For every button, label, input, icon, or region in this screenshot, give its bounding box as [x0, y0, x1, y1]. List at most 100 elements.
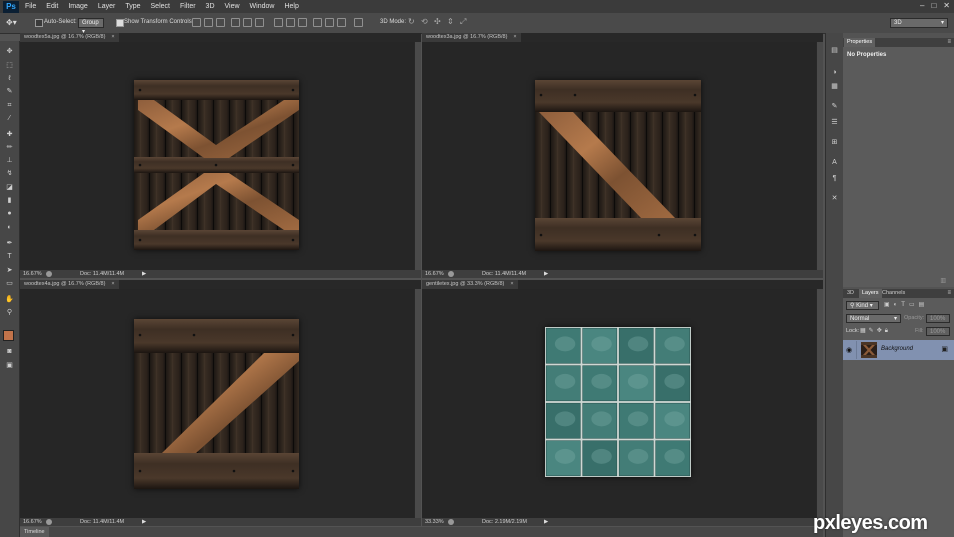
distribute-bottom-icon[interactable] [298, 18, 307, 27]
menu-image[interactable]: Image [68, 3, 87, 10]
dodge-tool-icon[interactable]: ◐ [5, 224, 14, 232]
align-left-icon[interactable] [231, 18, 240, 27]
eyedropper-tool-icon[interactable]: ⁄ [5, 115, 14, 123]
eraser-tool-icon[interactable]: ◪ [5, 184, 14, 192]
menu-file[interactable]: File [25, 3, 36, 10]
zoom-level[interactable]: 16.67% [23, 518, 42, 526]
maximize-button[interactable]: □ [931, 1, 936, 10]
distribute-left-icon[interactable] [313, 18, 322, 27]
status-arrow-icon[interactable]: ▶ [544, 270, 548, 278]
screen-mode-icon[interactable]: ▣ [5, 362, 14, 370]
clone-stamp-tool-icon[interactable]: ⊥ [5, 157, 14, 165]
3d-rotate-icon[interactable]: ↻ [408, 17, 415, 26]
distribute-right-icon[interactable] [337, 18, 346, 27]
pen-tool-icon[interactable]: ✒ [5, 240, 14, 248]
distribute-vcenter-icon[interactable] [286, 18, 295, 27]
layer-filter-dropdown[interactable]: ⚲ Kind ▾ [846, 301, 879, 310]
vertical-scrollbar[interactable] [817, 42, 823, 270]
adjustments-icon[interactable]: ◑ [830, 69, 839, 77]
align-hcenter-icon[interactable] [243, 18, 252, 27]
auto-align-icon[interactable] [354, 18, 363, 27]
brush-presets-icon[interactable]: ✎ [830, 103, 839, 111]
panel-menu-icon[interactable]: ≡ [947, 38, 951, 47]
document-tab[interactable]: woodtex4a.jpg @ 16.7% (RGB/8) × [20, 280, 119, 289]
3d-slide-icon[interactable]: ⇕ [447, 17, 454, 26]
close-icon[interactable]: × [111, 281, 114, 287]
align-vcenter-icon[interactable] [204, 18, 213, 27]
close-icon[interactable]: × [513, 34, 516, 40]
close-window-button[interactable]: ✕ [943, 1, 950, 10]
layer-name[interactable]: Background [881, 346, 913, 352]
brush-tool-icon[interactable]: ✏ [5, 144, 14, 152]
document-canvas[interactable] [422, 42, 816, 270]
rectangle-tool-icon[interactable]: ▭ [5, 280, 14, 288]
tool-presets-icon[interactable]: ✕ [830, 195, 839, 203]
align-top-icon[interactable] [192, 18, 201, 27]
status-menu-icon[interactable] [46, 271, 52, 277]
menu-edit[interactable]: Edit [46, 3, 58, 10]
lock-icons[interactable]: ▦✎✥🔒︎ [860, 327, 891, 335]
lasso-tool-icon[interactable]: ℓ [5, 75, 14, 83]
document-tab[interactable]: woodtex5a.jpg @ 16.7% (RGB/8) × [20, 33, 119, 42]
3d-roll-icon[interactable]: ⟲ [421, 17, 428, 26]
move-tool-icon[interactable]: ✥ [5, 48, 14, 56]
document-canvas[interactable] [20, 289, 414, 518]
quick-select-tool-icon[interactable]: ✎ [5, 88, 14, 96]
3d-scale-icon[interactable]: ⤢ [460, 17, 466, 27]
layer-filter-icons[interactable]: ▣◐T▭▤ [884, 301, 928, 308]
brush-panel-icon[interactable]: ☰ [830, 119, 839, 127]
menu-select[interactable]: Select [151, 3, 170, 10]
history-brush-tool-icon[interactable]: ↯ [5, 170, 14, 178]
3d-drag-icon[interactable]: ✣ [434, 17, 441, 26]
vertical-scrollbar[interactable] [415, 289, 421, 518]
distribute-hcenter-icon[interactable] [325, 18, 334, 27]
auto-select-checkbox[interactable] [35, 19, 43, 27]
panel-menu-icon[interactable]: ≡ [947, 289, 951, 298]
tab-properties[interactable]: Properties [844, 38, 876, 47]
document-canvas[interactable] [20, 42, 414, 270]
trash-icon[interactable]: ▥ [940, 277, 946, 284]
status-menu-icon[interactable] [46, 519, 52, 525]
fill-field[interactable]: 100% [926, 327, 950, 336]
zoom-tool-icon[interactable]: ⚲ [5, 309, 14, 317]
auto-select-dropdown[interactable]: Group ▾ [78, 18, 104, 35]
status-arrow-icon[interactable]: ▶ [544, 518, 548, 526]
zoom-level[interactable]: 33.33% [425, 518, 444, 526]
align-right-icon[interactable] [255, 18, 264, 27]
document-tab[interactable]: gentiletex.jpg @ 33.3% (RGB/8) × [422, 280, 518, 289]
marquee-tool-icon[interactable]: ⬚ [5, 62, 14, 70]
zoom-level[interactable]: 16.67% [23, 270, 42, 278]
distribute-top-icon[interactable] [274, 18, 283, 27]
clone-source-icon[interactable]: ⊞ [830, 139, 839, 147]
hand-tool-icon[interactable]: ✋ [5, 296, 14, 304]
quick-mask-icon[interactable]: ◙ [5, 348, 14, 356]
menu-3d[interactable]: 3D [206, 3, 215, 10]
minimize-button[interactable]: – [920, 1, 924, 10]
foreground-color-swatch[interactable] [3, 330, 14, 341]
vertical-scrollbar[interactable] [817, 289, 823, 518]
menu-view[interactable]: View [225, 3, 240, 10]
menu-window[interactable]: Window [250, 3, 275, 10]
status-menu-icon[interactable] [448, 271, 454, 277]
timeline-tab[interactable]: Timeline [20, 527, 49, 537]
path-select-tool-icon[interactable]: ➤ [5, 267, 14, 275]
menu-type[interactable]: Type [125, 3, 140, 10]
document-canvas[interactable] [422, 289, 816, 518]
close-icon[interactable]: × [111, 34, 114, 40]
close-icon[interactable]: × [510, 281, 513, 287]
status-menu-icon[interactable] [448, 519, 454, 525]
menu-help[interactable]: Help [284, 3, 298, 10]
layer-row[interactable]: ◉ Background ▣ [843, 340, 954, 360]
paragraph-icon[interactable]: ¶ [830, 175, 839, 183]
tab-channels[interactable]: Channels [879, 289, 908, 298]
history-icon[interactable]: ▤ [830, 47, 839, 55]
opacity-field[interactable]: 100% [926, 314, 950, 323]
gradient-tool-icon[interactable]: ▮ [5, 197, 14, 205]
vertical-scrollbar[interactable] [415, 42, 421, 270]
character-icon[interactable]: A [830, 159, 839, 167]
blur-tool-icon[interactable]: ● [5, 210, 14, 218]
styles-icon[interactable]: ▦ [830, 83, 839, 91]
zoom-level[interactable]: 16.67% [425, 270, 444, 278]
spot-healing-tool-icon[interactable]: ✚ [5, 131, 14, 139]
menu-layer[interactable]: Layer [98, 3, 116, 10]
